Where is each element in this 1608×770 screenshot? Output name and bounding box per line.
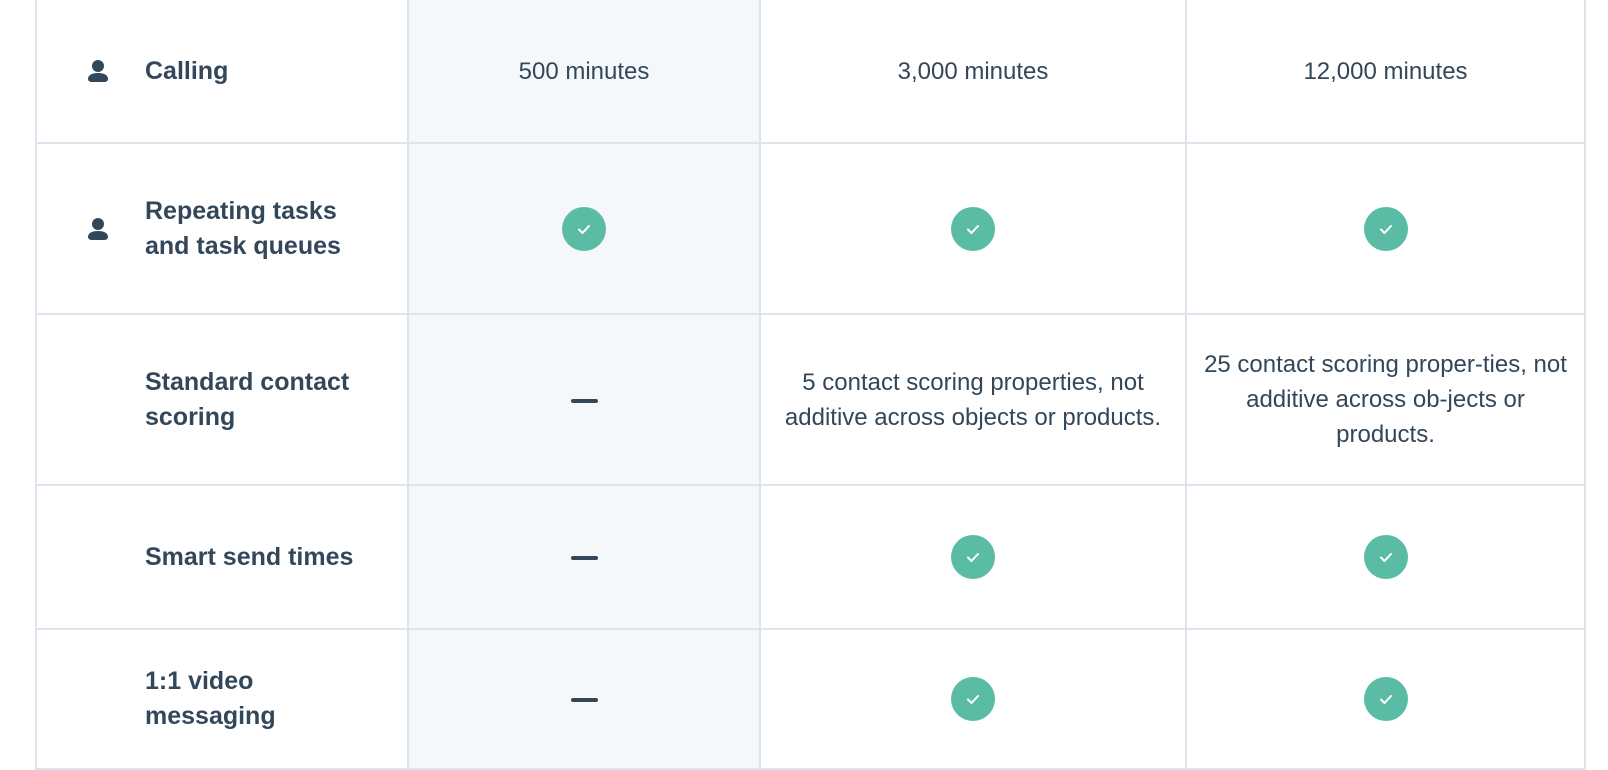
table-row: 1:1 video messaging	[35, 628, 1586, 770]
value-cell	[759, 142, 1187, 315]
check-icon	[562, 206, 606, 251]
value-cell: 500 minutes	[407, 0, 761, 144]
feature-cell: Calling	[35, 0, 409, 144]
check-icon	[1363, 206, 1408, 251]
value-cell: 12,000 minutes	[1185, 0, 1586, 144]
feature-cell: Repeating tasks and task queues	[35, 142, 409, 315]
value-cell	[759, 484, 1187, 630]
value-cell	[1185, 628, 1586, 770]
value-text: 3,000 minutes	[897, 57, 1049, 85]
feature-cell: 1:1 video messaging	[35, 628, 409, 770]
feature-cell: Smart send times	[35, 484, 409, 630]
value-text: 25 contact scoring proper-ties, not addi…	[1204, 351, 1567, 448]
person-icon	[88, 60, 108, 82]
value-cell: 5 contact scoring properties, not additi…	[759, 313, 1187, 486]
feature-label: 1:1 video messaging	[145, 667, 276, 730]
value-text: 12,000 minutes	[1303, 57, 1468, 85]
check-icon	[951, 677, 995, 721]
table-row: Repeating tasks and task queues	[35, 142, 1586, 315]
dash-icon	[570, 698, 598, 703]
person-icon	[88, 217, 108, 240]
feature-comparison-table: Calling 500 minutes 3,000 minutes 12,000 mi…	[35, 0, 1586, 770]
feature-label: Standard contact scoring	[145, 367, 350, 431]
dash-icon	[570, 398, 598, 403]
check-icon	[1363, 535, 1408, 579]
table-row: Smart send times	[35, 484, 1586, 630]
feature-cell: Standard contact scoring	[35, 313, 409, 486]
check-icon	[951, 535, 995, 579]
dash-icon	[570, 556, 598, 561]
value-text: 5 contact scoring properties, not additi…	[784, 368, 1162, 431]
value-cell: 25 contact scoring proper-ties, not addi…	[1185, 313, 1586, 486]
value-text: 500 minutes	[518, 57, 650, 85]
feature-label: Smart send times	[145, 542, 354, 571]
check-icon	[1363, 677, 1408, 721]
value-cell	[407, 313, 761, 486]
value-cell	[759, 628, 1187, 770]
table-row: Standard contact scoring 5 contact scorin…	[35, 313, 1586, 486]
feature-label: Calling	[145, 56, 229, 85]
value-cell	[407, 628, 761, 770]
value-cell	[407, 142, 761, 315]
feature-label: Repeating tasks and task queues	[145, 196, 341, 260]
value-cell	[407, 484, 761, 630]
table-row: Calling 500 minutes 3,000 minutes 12,000 mi…	[35, 0, 1586, 144]
value-cell	[1185, 142, 1586, 315]
check-icon	[951, 206, 995, 251]
value-cell: 3,000 minutes	[759, 0, 1187, 144]
value-cell	[1185, 484, 1586, 630]
